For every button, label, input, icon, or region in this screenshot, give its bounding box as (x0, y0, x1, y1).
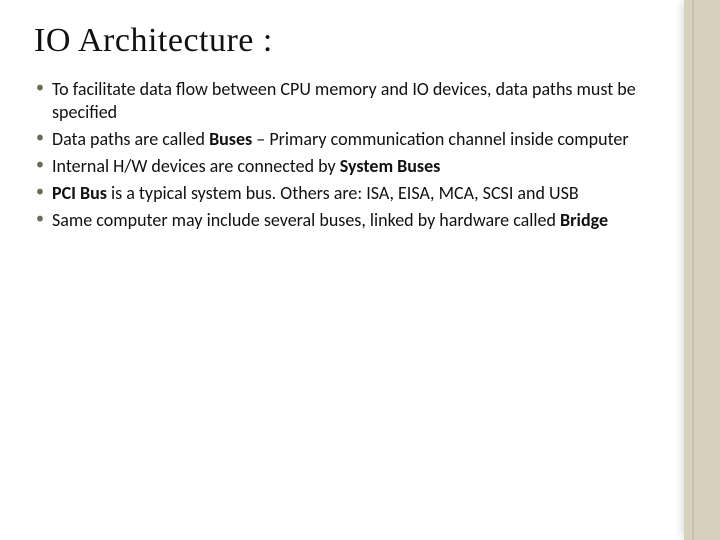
bullet-text-segment: Buses (209, 128, 252, 150)
slide-title: IO Architecture : (34, 22, 664, 60)
slide-content: IO Architecture : To facilitate data flo… (34, 22, 664, 236)
bullet-item: Data paths are called Buses – Primary co… (34, 128, 664, 151)
bullet-item: Same computer may include several buses,… (34, 209, 664, 232)
bullet-text-segment: is a typical system bus. Others are: ISA… (107, 182, 579, 204)
bullet-item: Internal H/W devices are connected by Sy… (34, 155, 664, 178)
side-accent-inner-line (692, 0, 694, 540)
bullet-list: To facilitate data flow between CPU memo… (34, 78, 664, 232)
bullet-item: PCI Bus is a typical system bus. Others … (34, 182, 664, 205)
side-accent-bar (684, 0, 720, 540)
bullet-text-segment: Internal H/W devices are connected by (52, 155, 340, 177)
bullet-text-segment: To facilitate data flow between CPU memo… (52, 78, 636, 123)
bullet-text-segment: Data paths are called (52, 128, 209, 150)
bullet-text-segment: – Primary communication channel inside c… (252, 128, 628, 150)
bullet-item: To facilitate data flow between CPU memo… (34, 78, 664, 124)
bullet-text-segment: System Buses (340, 155, 441, 177)
bullet-text-segment: PCI Bus (52, 182, 107, 204)
bullet-text-segment: Same computer may include several buses,… (52, 209, 560, 231)
slide: IO Architecture : To facilitate data flo… (0, 0, 720, 540)
bullet-text-segment: Bridge (560, 209, 608, 231)
